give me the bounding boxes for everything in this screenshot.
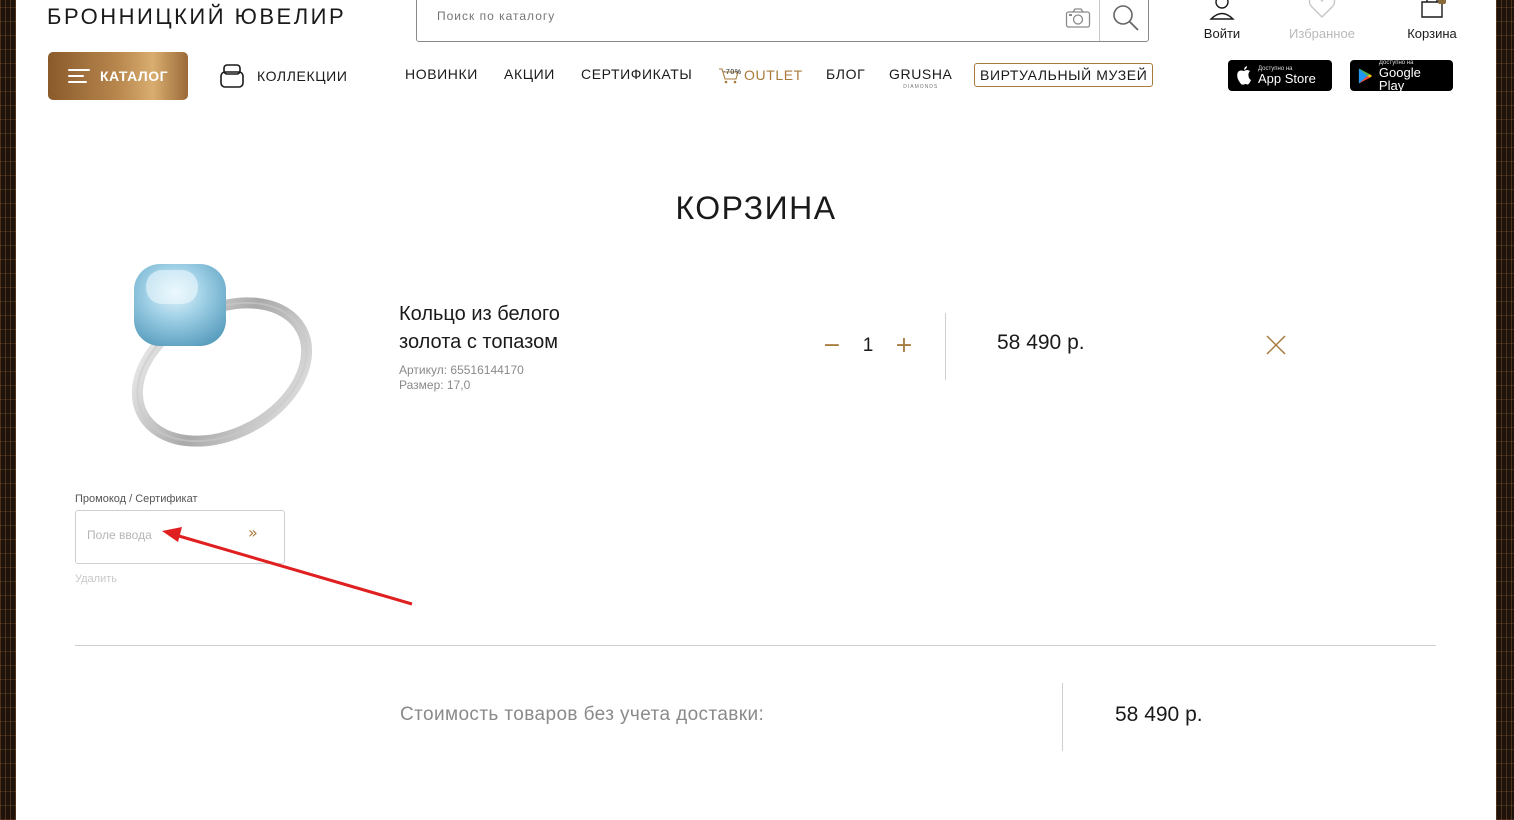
remove-item-button[interactable] bbox=[1265, 334, 1287, 359]
appstore-button[interactable]: Доступно на App Store bbox=[1228, 60, 1332, 91]
quantity-decrease-button[interactable]: − bbox=[822, 333, 842, 358]
cart-button[interactable]: Корзина bbox=[1398, 0, 1466, 41]
user-icon bbox=[1209, 0, 1235, 20]
product-article: Артикул: 65516144170 bbox=[399, 363, 524, 377]
page-title: КОРЗИНА bbox=[675, 190, 837, 226]
outlet-cart-icon: -70% bbox=[718, 66, 742, 84]
catalog-button[interactable]: КАТАЛОГ bbox=[48, 52, 188, 100]
grusha-label: GRUSHA bbox=[889, 66, 953, 82]
outlet-badge: -70% bbox=[723, 69, 742, 76]
nav-outlet[interactable]: -70% OUTLET bbox=[718, 66, 803, 84]
collections-label: КОЛЛЕКЦИИ bbox=[257, 68, 348, 84]
promo-label: Промокод / Сертификат bbox=[75, 493, 198, 505]
promo-field: » bbox=[75, 510, 285, 564]
page: БРОННИЦКИЙ ЮВЕЛИР Войти Избранное bbox=[16, 0, 1496, 820]
cart-badge bbox=[1438, 0, 1446, 4]
nav-certificates[interactable]: СЕРТИФИКАТЫ bbox=[581, 66, 692, 82]
google-play-icon bbox=[1358, 68, 1372, 83]
promo-input[interactable] bbox=[87, 528, 237, 542]
nav-blog[interactable]: БЛОГ bbox=[826, 66, 865, 82]
catalog-label: КАТАЛОГ bbox=[99, 68, 169, 84]
item-divider bbox=[945, 313, 946, 380]
close-icon bbox=[1266, 335, 1286, 355]
quantity-increase-button[interactable]: + bbox=[894, 333, 914, 358]
search-bar bbox=[416, 0, 1149, 42]
favorites-button[interactable]: Избранное bbox=[1280, 0, 1364, 41]
summary-divider bbox=[75, 645, 1436, 646]
apple-icon bbox=[1237, 66, 1251, 85]
promo-delete-link[interactable]: Удалить bbox=[75, 573, 117, 585]
logo[interactable]: БРОННИЦКИЙ ЮВЕЛИР bbox=[47, 4, 346, 30]
menu-icon bbox=[67, 65, 90, 87]
heart-icon bbox=[1308, 0, 1336, 18]
quantity-stepper: − 1 + bbox=[822, 333, 914, 358]
total-divider bbox=[1062, 683, 1063, 751]
camera-icon[interactable] bbox=[1065, 7, 1091, 29]
collections-icon bbox=[220, 64, 244, 88]
favorites-label: Избранное bbox=[1289, 26, 1355, 41]
appstore-text: Доступно на App Store bbox=[1258, 66, 1316, 86]
quantity-value: 1 bbox=[862, 334, 874, 356]
product-size: Размер: 17,0 bbox=[399, 378, 471, 392]
side-decoration-right bbox=[1496, 0, 1514, 820]
grusha-sublabel: DIAMONDS bbox=[903, 84, 939, 90]
nav-grusha[interactable]: GRUSHA DIAMONDS bbox=[889, 66, 953, 90]
nav-collections[interactable]: КОЛЛЕКЦИИ bbox=[219, 63, 347, 89]
search-icon[interactable] bbox=[1111, 3, 1141, 33]
item-price: 58 490 р. bbox=[997, 331, 1085, 354]
search-input[interactable] bbox=[437, 9, 837, 23]
nav-virtual-museum[interactable]: ВИРТУАЛЬНЫЙ МУЗЕЙ bbox=[974, 63, 1154, 87]
nav-sales[interactable]: АКЦИИ bbox=[504, 66, 555, 82]
outlet-label: OUTLET bbox=[744, 67, 803, 83]
total-value: 58 490 р. bbox=[1115, 703, 1203, 726]
googleplay-button[interactable]: Доступно на Google Play bbox=[1350, 59, 1453, 93]
promo-submit-button[interactable]: » bbox=[248, 523, 258, 542]
search-divider bbox=[1099, 0, 1100, 41]
total-label: Стоимость товаров без учета доставки: bbox=[400, 704, 765, 725]
side-decoration-left bbox=[0, 0, 16, 820]
product-image[interactable] bbox=[104, 252, 324, 452]
nav-new[interactable]: НОВИНКИ bbox=[405, 66, 478, 82]
login-button[interactable]: Войти bbox=[1200, 0, 1244, 41]
product-name[interactable]: Кольцо из белого золота с топазом bbox=[399, 300, 619, 356]
cart-label: Корзина bbox=[1407, 26, 1457, 41]
googleplay-text: Доступно на Google Play bbox=[1378, 59, 1421, 93]
product-meta: Артикул: 65516144170 Размер: 17,0 bbox=[399, 363, 524, 393]
login-label: Войти bbox=[1203, 26, 1241, 41]
